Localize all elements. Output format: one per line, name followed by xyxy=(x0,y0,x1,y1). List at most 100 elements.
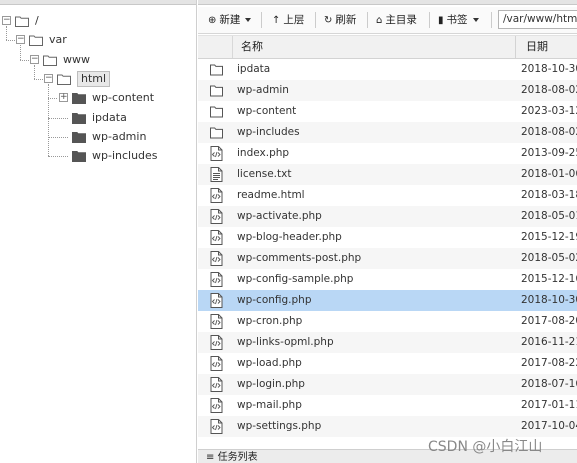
file-row[interactable]: wp-activate.php 2018-05-01 xyxy=(198,206,577,227)
tree-node-label: wp-includes xyxy=(92,149,158,163)
tree-node-wp-includes[interactable]: wp-includes xyxy=(0,147,196,165)
tree-connector xyxy=(48,98,57,100)
file-name: wp-mail.php xyxy=(237,399,302,411)
bookmark-icon: ▮ xyxy=(438,15,444,26)
code-file-icon xyxy=(210,272,223,287)
tree-connector xyxy=(48,83,49,157)
up-level-button[interactable]: ↑ 上层 xyxy=(272,10,304,30)
file-row[interactable]: wp-settings.php 2017-10-04 xyxy=(198,416,577,437)
file-row[interactable]: ipdata 2018-10-30 xyxy=(198,59,577,80)
file-row[interactable]: wp-cron.php 2017-08-20 xyxy=(198,311,577,332)
file-date: 2017-01-11 xyxy=(521,399,577,411)
file-row[interactable]: wp-includes 2018-08-02 xyxy=(198,122,577,143)
folder-icon xyxy=(57,73,71,85)
file-row[interactable]: wp-login.php 2018-07-16 xyxy=(198,374,577,395)
tree-node-wp-content[interactable]: + wp-content xyxy=(0,89,196,107)
text-file-icon xyxy=(210,167,223,182)
column-divider[interactable] xyxy=(515,36,516,58)
folder-icon xyxy=(72,150,86,163)
code-file-icon xyxy=(210,230,223,245)
code-file-icon xyxy=(210,251,223,266)
folder-icon xyxy=(210,83,223,98)
file-date: 2018-07-16 xyxy=(521,378,577,390)
collapse-icon[interactable]: − xyxy=(44,73,53,83)
tree-node-root[interactable]: − / xyxy=(0,12,196,30)
icon-column-header xyxy=(198,36,233,58)
file-date: 2017-08-22 xyxy=(521,357,577,369)
watermark: CSDN @小白江山 xyxy=(428,439,543,455)
expand-icon[interactable]: + xyxy=(59,93,68,103)
tree-node-var[interactable]: − var xyxy=(0,31,196,49)
name-column-header[interactable]: 名称 xyxy=(241,36,263,58)
file-row[interactable]: license.txt 2018-01-06 xyxy=(198,164,577,185)
file-date: 2023-03-12 xyxy=(521,105,577,117)
tree-connector xyxy=(6,40,15,42)
collapse-icon[interactable]: − xyxy=(16,35,25,45)
folder-icon xyxy=(72,131,86,143)
file-name: wp-cron.php xyxy=(237,315,303,327)
file-row[interactable]: wp-blog-header.php 2015-12-19 xyxy=(198,227,577,248)
tree-connector xyxy=(6,26,7,41)
file-date: 2015-12-19 xyxy=(521,231,577,243)
tree-connector xyxy=(48,156,68,158)
tree-connector xyxy=(20,59,29,61)
file-name: readme.html xyxy=(237,189,305,201)
task-list-title: ≡ 任务列表 xyxy=(206,451,258,463)
refresh-button[interactable]: ↻ 刷新 xyxy=(324,10,356,30)
file-row[interactable]: index.php 2013-09-25 xyxy=(198,143,577,164)
code-file-icon xyxy=(210,335,223,350)
file-date: 2018-10-30 xyxy=(521,63,577,75)
file-date: 2017-08-20 xyxy=(521,315,577,327)
file-row[interactable]: wp-mail.php 2017-01-11 xyxy=(198,395,577,416)
path-input[interactable]: /var/www/html/ xyxy=(498,10,577,29)
file-name: ipdata xyxy=(237,63,271,75)
tree-node-www[interactable]: − www xyxy=(0,51,196,69)
task-list-label: 任务列表 xyxy=(217,452,258,463)
bookmark-button[interactable]: ▮ 书签 xyxy=(438,10,479,30)
file-row[interactable]: wp-comments-post.php 2018-05-02 xyxy=(198,248,577,269)
file-row[interactable]: wp-config.php 2018-10-30 xyxy=(198,290,577,311)
file-name: index.php xyxy=(237,147,290,159)
date-column-header[interactable]: 日期 xyxy=(526,36,548,58)
file-row[interactable]: wp-links-opml.php 2016-11-21 xyxy=(198,332,577,353)
tree-panel-header xyxy=(0,0,196,5)
file-row[interactable]: wp-content 2023-03-12 xyxy=(198,101,577,122)
tree-node-label: html xyxy=(77,70,111,87)
folder-icon xyxy=(15,15,29,27)
file-row[interactable]: readme.html 2018-03-18 xyxy=(198,185,577,206)
file-row[interactable]: wp-config-sample.php 2015-12-16 xyxy=(198,269,577,290)
folder-icon xyxy=(72,112,86,124)
new-button[interactable]: ⊕ 新建 xyxy=(208,10,252,30)
code-file-icon xyxy=(210,356,223,371)
collapse-icon[interactable]: − xyxy=(2,16,11,25)
folder-icon xyxy=(210,104,223,119)
toolbar-divider xyxy=(491,12,492,28)
tree-node-html[interactable]: − html xyxy=(0,70,196,88)
new-label: 新建 xyxy=(219,14,241,26)
directory-tree-panel: − / − var − www − html + wp-content ipdata wp-admin… xyxy=(0,0,197,463)
file-name: wp-content xyxy=(237,105,297,117)
file-name: wp-blog-header.php xyxy=(237,231,342,243)
file-date: 2013-09-25 xyxy=(521,147,577,159)
file-row[interactable]: wp-load.php 2017-08-22 xyxy=(198,353,577,374)
code-file-icon xyxy=(210,419,223,434)
toolbar-divider xyxy=(367,12,368,28)
file-date: 2018-10-30 xyxy=(521,294,577,306)
tree-connector xyxy=(34,78,43,80)
tree-node-wp-admin[interactable]: wp-admin xyxy=(0,128,196,146)
code-file-icon xyxy=(210,293,223,308)
file-name: wp-links-opml.php xyxy=(237,336,334,348)
collapse-icon[interactable]: − xyxy=(30,54,39,64)
file-row[interactable]: wp-admin 2018-08-02 xyxy=(198,80,577,101)
folder-icon xyxy=(29,34,43,47)
tree-node-ipdata[interactable]: ipdata xyxy=(0,109,196,127)
file-panel-header xyxy=(198,0,577,5)
tree-node-label: ipdata xyxy=(92,110,127,124)
file-list-panel: ⊕ 新建 ↑ 上层 ↻ 刷新 ⌂ 主目录 ▮ 书签 /var/www/html/ 名称 日… xyxy=(198,0,577,463)
refresh-icon: ↻ xyxy=(324,15,333,26)
home-button[interactable]: ⌂ 主目录 xyxy=(376,10,417,30)
up-level-label: 上层 xyxy=(283,14,305,26)
toolbar-divider xyxy=(261,12,262,28)
home-label: 主目录 xyxy=(385,14,417,26)
plus-circle-icon: ⊕ xyxy=(208,15,217,26)
